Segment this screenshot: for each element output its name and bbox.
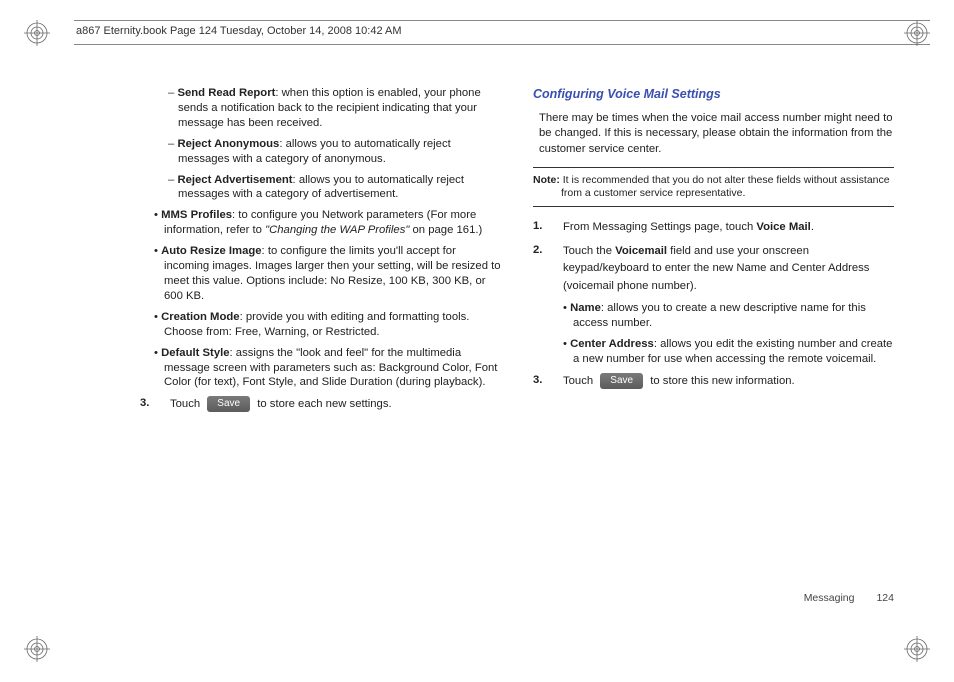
list-item: • MMS Profiles: to configure you Network…: [154, 208, 501, 238]
paragraph: There may be times when the voice mail a…: [539, 111, 894, 158]
step-text: Touch the: [563, 245, 615, 257]
header-rule: [74, 44, 930, 45]
footer-section: Messaging: [804, 592, 855, 604]
step-body: Touch Save to store each new settings.: [170, 396, 501, 414]
list-item: • Center Address: allows you edit the ex…: [563, 337, 894, 367]
note-body: It is recommended that you do not alter …: [560, 174, 890, 186]
list-item: • Auto Resize Image: to configure the li…: [154, 244, 501, 304]
step-number: 1.: [533, 219, 549, 234]
footer-page-number: 124: [876, 592, 894, 604]
crop-mark-icon: [904, 20, 930, 46]
step-text: to store this new information.: [647, 375, 795, 387]
step-text: .: [811, 221, 814, 233]
right-column: Configuring Voice Mail Settings There ma…: [533, 86, 894, 592]
crop-mark-icon: [904, 636, 930, 662]
list-item: • Name: allows you to create a new descr…: [563, 301, 894, 331]
step-text: to store each new settings.: [254, 398, 392, 410]
note: Note: It is recommended that you do not …: [533, 174, 894, 200]
ui-label: Voicemail: [615, 245, 667, 257]
step-body: From Messaging Settings page, touch Voic…: [563, 219, 894, 237]
list-item: – Reject Anonymous: allows you to automa…: [168, 137, 501, 167]
list-item: – Reject Advertisement: allows you to au…: [168, 173, 501, 203]
section-heading: Configuring Voice Mail Settings: [533, 86, 894, 103]
header-rule: [74, 20, 930, 21]
crop-mark-icon: [24, 20, 50, 46]
step-row: 3. Touch Save to store each new settings…: [140, 396, 501, 414]
item-title: Reject Advertisement: [177, 174, 292, 186]
step-text: Touch: [563, 375, 596, 387]
item-title: Auto Resize Image: [161, 245, 261, 257]
step-body: Touch Save to store this new information…: [563, 373, 894, 391]
step-row: 2. Touch the Voicemail field and use you…: [533, 243, 894, 296]
step-row: 3. Touch Save to store this new informat…: [533, 373, 894, 391]
crop-mark-icon: [24, 636, 50, 662]
save-button[interactable]: Save: [207, 396, 250, 412]
ui-label: Voice Mail: [756, 221, 810, 233]
step-text: From Messaging Settings page, touch: [563, 221, 756, 233]
list-item: • Creation Mode: provide you with editin…: [154, 310, 501, 340]
page-header: a867 Eternity.book Page 124 Tuesday, Oct…: [76, 25, 402, 37]
item-title: Send Read Report: [177, 87, 275, 99]
divider: [533, 206, 894, 207]
item-title: Reject Anonymous: [177, 138, 279, 150]
step-text: Touch: [170, 398, 203, 410]
note-body: from a customer service representative.: [561, 187, 894, 200]
divider: [533, 167, 894, 168]
step-number: 3.: [533, 373, 549, 388]
list-item: • Default Style: assigns the "look and f…: [154, 346, 501, 391]
item-title: Name: [570, 302, 601, 314]
item-body: on page 161.): [409, 224, 482, 236]
item-title: Default Style: [161, 347, 229, 359]
left-column: – Send Read Report: when this option is …: [140, 86, 501, 592]
item-title: MMS Profiles: [161, 209, 232, 221]
cross-reference: "Changing the WAP Profiles": [265, 224, 409, 236]
page-footer: Messaging 124: [804, 592, 894, 604]
list-item: – Send Read Report: when this option is …: [168, 86, 501, 131]
step-row: 1. From Messaging Settings page, touch V…: [533, 219, 894, 237]
note-label: Note:: [533, 174, 560, 186]
save-button[interactable]: Save: [600, 373, 643, 389]
step-body: Touch the Voicemail field and use your o…: [563, 243, 894, 296]
item-title: Center Address: [570, 338, 654, 350]
page-body: – Send Read Report: when this option is …: [140, 86, 894, 592]
item-title: Creation Mode: [161, 311, 239, 323]
step-number: 3.: [140, 396, 156, 411]
step-number: 2.: [533, 243, 549, 258]
item-body: : allows you to create a new descriptive…: [573, 302, 866, 329]
